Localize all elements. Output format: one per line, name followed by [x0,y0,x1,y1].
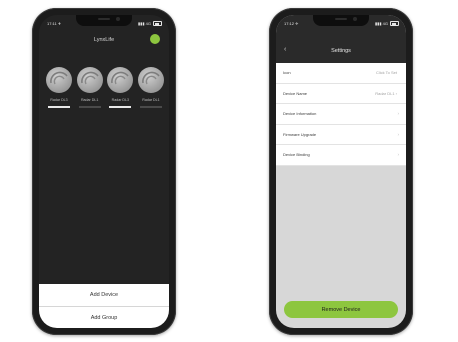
settings-row-icon[interactable]: Icon Click To Set [276,63,406,84]
radar-device-icon [107,67,134,93]
settings-row-device-information[interactable]: Device Information › [276,104,406,125]
row-value: Click To Set [375,70,397,76]
device-indicator [109,106,132,108]
device-list-screen: 17:11 ✈ ▮▮▮ 4G LynxLife Radar DL3 Radar … [39,15,169,328]
device-label: Radar DL3 [50,98,68,102]
chevron-right-icon: › [397,152,400,158]
radar-device-icon [137,67,164,93]
device-card-3[interactable]: Radar DL3 [106,67,134,108]
battery-icon [390,21,399,26]
chevron-right-icon: › [397,111,400,117]
profile-button[interactable] [150,34,160,44]
row-value: Radar DL1 › [375,90,397,96]
device-card-4[interactable]: Radar DL1 [137,67,165,108]
page-title: Settings [331,48,351,54]
device-carousel: Radar DL3 Radar DL1 Radar DL3 Radar DL1 [45,67,165,108]
action-sheet: Add Device Add Group [39,284,169,328]
device-label: Radar DL1 [142,98,160,102]
add-device-button[interactable]: Add Device [39,284,169,306]
notch [313,15,369,26]
row-label: Icon [283,70,291,76]
row-label: Device Binding [283,152,310,158]
device-indicator [78,106,101,108]
status-time: 17:12 ✈ [284,21,299,26]
radar-device-icon [46,67,72,93]
battery-icon [153,21,162,26]
add-group-button[interactable]: Add Group [39,306,169,328]
settings-list: Icon Click To Set Device Name Radar DL1 … [276,63,406,166]
chevron-right-icon: › [397,131,400,137]
row-label: Device Information [283,111,317,117]
status-time: 17:11 ✈ [47,21,62,26]
device-label: Radar DL1 [80,98,99,102]
row-label: Device Name [283,90,308,96]
remove-device-button[interactable]: Remove Device [284,301,398,318]
phone-settings: 17:12 ✈ ▮▮▮ 4G ‹ Settings Icon Click To … [269,8,413,335]
settings-row-firmware-upgrade[interactable]: Firmware Upgrade › [276,125,406,145]
settings-row-device-binding[interactable]: Device Binding › [276,145,406,166]
device-card-2[interactable]: Radar DL1 [76,67,104,108]
signal-icon: ▮▮▮ 4G [137,21,151,26]
device-label: Radar DL3 [111,98,129,102]
phone-device-list: 17:11 ✈ ▮▮▮ 4G LynxLife Radar DL3 Radar … [32,8,176,335]
settings-row-device-name[interactable]: Device Name Radar DL1 › [276,84,406,104]
settings-screen: 17:12 ✈ ▮▮▮ 4G ‹ Settings Icon Click To … [276,15,406,328]
device-card-1[interactable]: Radar DL3 [45,67,73,108]
device-indicator [139,106,162,108]
device-indicator [48,106,70,108]
row-label: Firmware Upgrade [283,131,317,137]
notch [76,15,132,26]
signal-icon: ▮▮▮ 4G [374,21,388,26]
radar-device-icon [76,67,103,93]
